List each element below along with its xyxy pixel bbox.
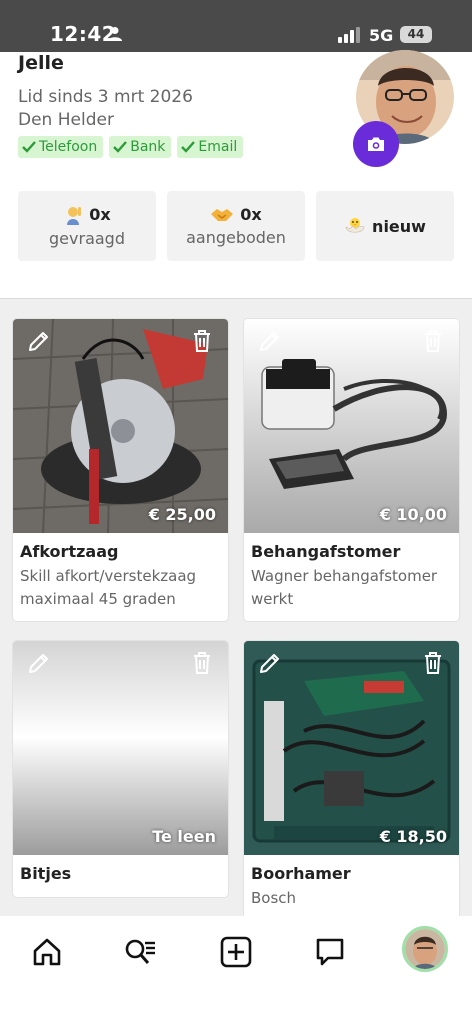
profile-city: Den Helder	[18, 110, 114, 130]
profile-name: Jelle	[18, 52, 64, 74]
edit-icon[interactable]	[27, 651, 51, 675]
verification-badges: Telefoon Bank Email	[18, 136, 244, 158]
nav-home[interactable]	[25, 930, 69, 974]
trash-icon[interactable]	[423, 329, 443, 353]
edit-icon[interactable]	[258, 329, 282, 353]
chat-icon	[316, 938, 344, 966]
edit-icon[interactable]	[258, 651, 282, 675]
listing-card[interactable]: € 25,00 Afkortzaag Skill afkort/verstekz…	[13, 319, 228, 621]
badge-phone: Telefoon	[18, 136, 104, 158]
trash-icon[interactable]	[192, 329, 212, 353]
bottom-nav	[0, 916, 472, 1024]
change-photo-button[interactable]	[353, 121, 399, 167]
check-icon	[181, 141, 196, 153]
listing-card[interactable]: Te leen Bitjes	[13, 641, 228, 897]
edit-icon[interactable]	[27, 329, 51, 353]
listing-description: Skill afkort/verstekzaag maximaal 45 gra…	[20, 567, 197, 608]
person-icon	[108, 27, 122, 41]
stat-offered[interactable]: 0x aangeboden	[167, 191, 305, 261]
status-bar: 12:42 5G 44	[0, 0, 472, 52]
listing-price: € 10,00	[379, 505, 447, 524]
hatching-chick-icon	[345, 218, 365, 233]
offered-label: aangeboden	[186, 228, 286, 247]
profile-header: Jelle Lid sinds 3 mrt 2026 Den Helder Te…	[0, 50, 472, 298]
nav-add[interactable]	[214, 930, 258, 974]
badge-label: Bank	[130, 139, 166, 155]
offered-count: 0x	[240, 205, 262, 224]
add-icon	[220, 936, 252, 968]
badge-email: Email	[177, 136, 244, 158]
listing-card[interactable]: € 10,00 Behangafstomer Wagner behangafst…	[244, 319, 459, 621]
badge-label: Email	[198, 139, 238, 155]
network-label: 5G	[369, 26, 394, 45]
requested-count: 0x	[89, 205, 111, 224]
trash-icon[interactable]	[192, 651, 212, 675]
listing-title: Boorhamer	[251, 864, 351, 883]
search-list-icon	[125, 939, 155, 964]
signal-icon	[338, 27, 360, 43]
listing-description: Bosch	[251, 889, 297, 907]
member-since: Lid sinds 3 mrt 2026	[18, 87, 193, 107]
stats-row: 0x gevraagd 0x aangeboden nieuw	[18, 191, 454, 261]
nav-chat[interactable]	[308, 930, 352, 974]
badge-bank: Bank	[109, 136, 172, 158]
new-label: nieuw	[372, 216, 426, 236]
listing-description: Wagner behangafstomer werkt	[251, 567, 438, 608]
nav-search[interactable]	[118, 930, 162, 974]
requested-label: gevraagd	[49, 228, 125, 248]
listing-title: Behangafstomer	[251, 542, 401, 561]
check-icon	[113, 141, 128, 153]
listings-grid: € 25,00 Afkortzaag Skill afkort/verstekz…	[0, 298, 472, 916]
nav-profile-avatar[interactable]	[402, 926, 448, 972]
stat-new[interactable]: nieuw	[316, 191, 454, 261]
listing-title: Afkortzaag	[20, 542, 119, 561]
listing-price: Te leen	[152, 827, 216, 846]
battery-indicator: 44	[400, 26, 432, 43]
camera-icon	[368, 137, 384, 151]
status-time: 12:42	[50, 22, 117, 46]
handshake-icon	[211, 208, 234, 221]
person-raising-hand-icon	[67, 206, 82, 225]
listing-title: Bitjes	[20, 864, 72, 883]
trash-icon[interactable]	[423, 651, 443, 675]
listing-card[interactable]: € 18,50 Boorhamer Bosch	[244, 641, 459, 916]
home-icon	[33, 938, 61, 966]
listing-price: € 25,00	[148, 505, 216, 524]
check-icon	[22, 141, 36, 153]
badge-label: Telefoon	[39, 139, 98, 155]
stat-requested[interactable]: 0x gevraagd	[18, 191, 156, 261]
listing-price: € 18,50	[379, 827, 447, 846]
